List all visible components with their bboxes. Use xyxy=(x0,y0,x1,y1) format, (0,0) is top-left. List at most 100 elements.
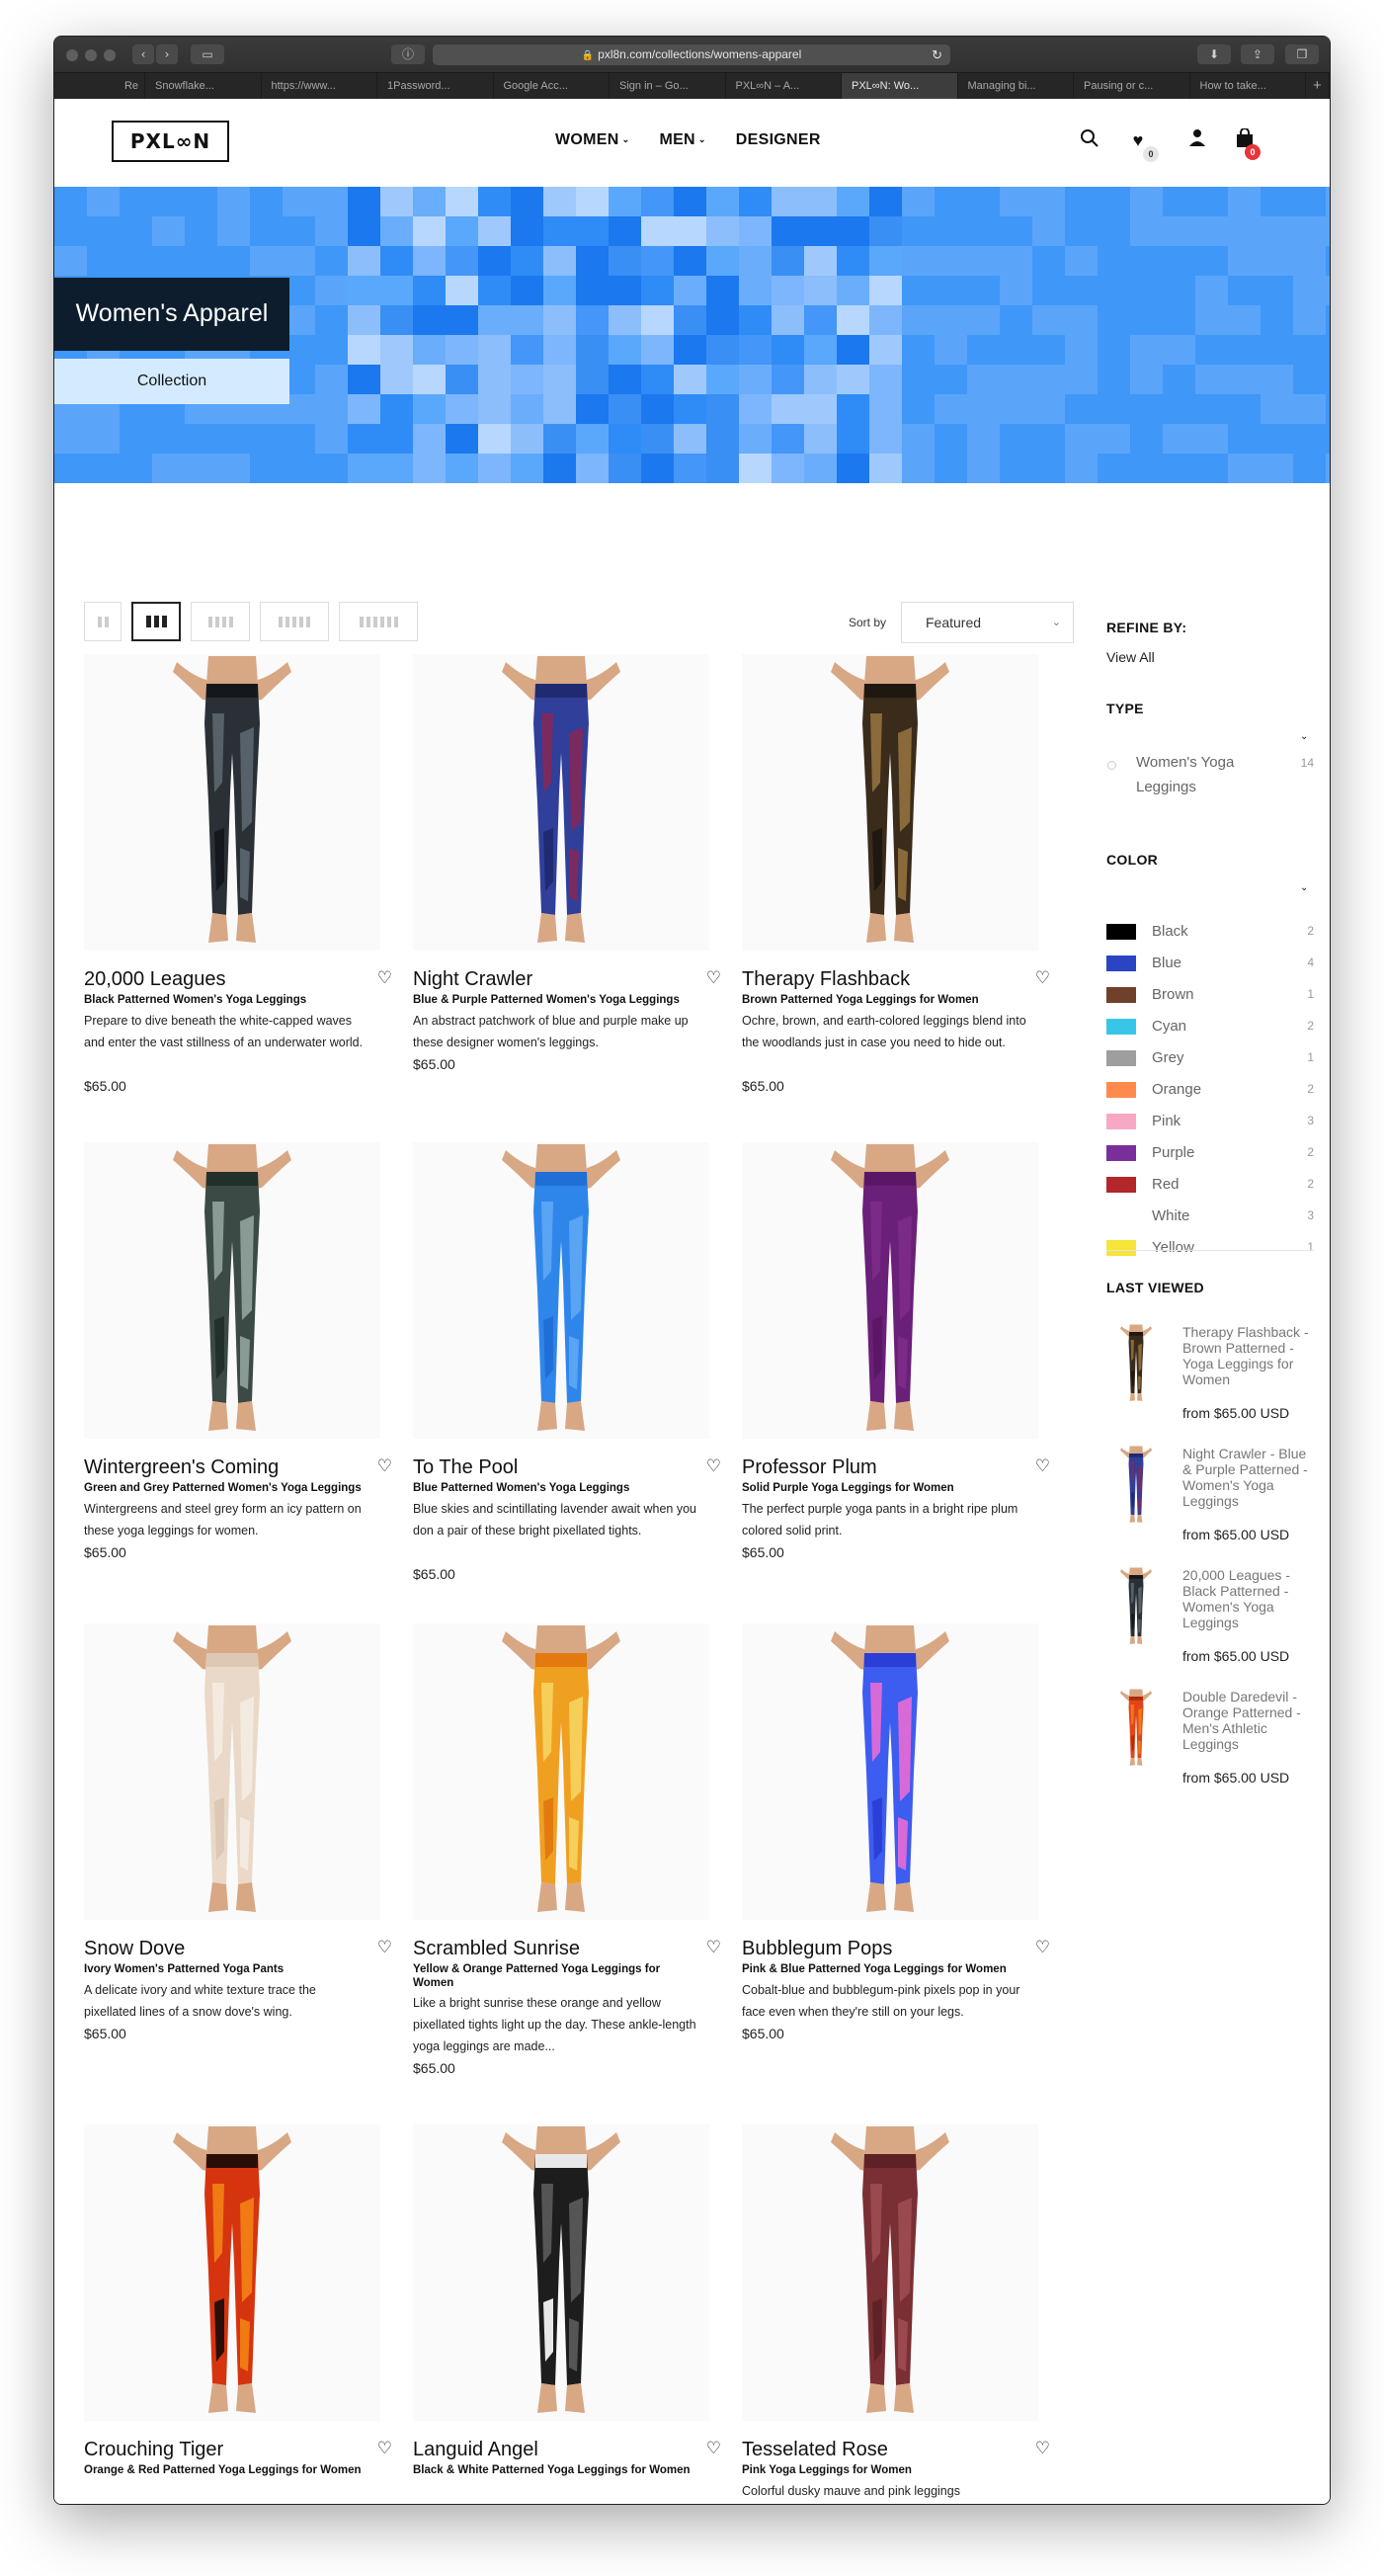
last-viewed-title[interactable]: Therapy Flashback - Brown Patterned - Yo… xyxy=(1182,1324,1314,1387)
wishlist-heart-icon[interactable]: ♡ xyxy=(1035,1938,1050,1957)
product-card[interactable]: Night Crawler ♡ Blue & Purple Patterned Wo… xyxy=(413,654,721,1119)
minimize-window-button[interactable] xyxy=(85,49,97,61)
share-icon[interactable]: ⇪ xyxy=(1241,44,1274,64)
grid-6-columns-button[interactable] xyxy=(339,602,418,641)
product-image[interactable] xyxy=(742,654,1038,951)
wishlist-heart-icon[interactable]: ♡ xyxy=(706,1456,721,1476)
sidebar-toggle-icon[interactable]: ▭ xyxy=(191,44,224,64)
wishlist-heart-icon[interactable]: ♡ xyxy=(706,2439,721,2458)
browser-tab[interactable]: PXL∞N – A... xyxy=(726,73,842,100)
chevron-down-icon[interactable]: ⌄ xyxy=(1300,731,1308,742)
product-card[interactable]: Wintergreen's Coming ♡ Green and Grey Patt… xyxy=(84,1142,392,1607)
last-viewed-item[interactable]: Night Crawler - Blue & Purple Patterned … xyxy=(1106,1446,1314,1554)
product-image[interactable] xyxy=(413,2124,709,2421)
color-filter-option[interactable]: Red 2 xyxy=(1106,1175,1314,1195)
last-viewed-item[interactable]: Therapy Flashback - Brown Patterned - Yo… xyxy=(1106,1324,1314,1433)
browser-tab[interactable]: Re xyxy=(54,73,145,100)
product-name[interactable]: 20,000 Leagues xyxy=(84,968,225,991)
search-icon[interactable] xyxy=(1078,128,1101,152)
last-viewed-title[interactable]: 20,000 Leagues - Black Patterned - Women… xyxy=(1182,1567,1314,1630)
nav-designer[interactable]: DESIGNER xyxy=(736,131,821,149)
address-bar[interactable]: 🔒 pxl8n.com/collections/womens-apparel ↻ xyxy=(433,44,950,65)
product-name[interactable]: Crouching Tiger xyxy=(84,2439,223,2461)
product-image[interactable] xyxy=(742,2124,1038,2421)
product-image[interactable] xyxy=(413,1623,709,1920)
browser-tab[interactable]: PXL∞N: Wo... xyxy=(842,73,958,100)
downloads-icon[interactable]: ⬇ xyxy=(1197,44,1231,64)
product-name[interactable]: To The Pool xyxy=(413,1456,518,1479)
product-name[interactable]: Scrambled Sunrise xyxy=(413,1938,580,1960)
product-image[interactable] xyxy=(742,1142,1038,1439)
view-all-link[interactable]: View All xyxy=(1106,649,1155,665)
product-name[interactable]: Tesselated Rose xyxy=(742,2439,888,2461)
nav-men[interactable]: MEN ⌄ xyxy=(659,131,705,149)
product-card[interactable]: 20,000 Leagues ♡ Black Patterned Women's Y… xyxy=(84,654,392,1119)
product-card[interactable]: Crouching Tiger ♡ Orange & Red Patterned Y… xyxy=(84,2124,392,2504)
product-card[interactable]: Scrambled Sunrise ♡ Yellow & Orange Patter… xyxy=(413,1623,721,2088)
tab-overview-icon[interactable]: ❐ xyxy=(1285,44,1319,64)
last-viewed-image[interactable] xyxy=(1106,1689,1166,1768)
color-filter-option[interactable]: Brown 1 xyxy=(1106,985,1314,1005)
grid-4-columns-button[interactable] xyxy=(191,602,250,641)
color-filter-option[interactable]: White 3 xyxy=(1106,1206,1314,1226)
last-viewed-title[interactable]: Night Crawler - Blue & Purple Patterned … xyxy=(1182,1446,1314,1509)
last-viewed-item[interactable]: 20,000 Leagues - Black Patterned - Women… xyxy=(1106,1567,1314,1676)
last-viewed-image[interactable] xyxy=(1106,1324,1166,1403)
product-name[interactable]: Professor Plum xyxy=(742,1456,877,1479)
reload-icon[interactable]: ↻ xyxy=(932,44,942,65)
browser-tab[interactable]: 1Password... xyxy=(377,73,494,100)
product-card[interactable]: Snow Dove ♡ Ivory Women's Patterned Yoga P… xyxy=(84,1623,392,2088)
product-card[interactable]: Bubblegum Pops ♡ Pink & Blue Patterned Yog… xyxy=(742,1623,1050,2088)
product-image[interactable] xyxy=(413,1142,709,1439)
product-image[interactable] xyxy=(84,1142,380,1439)
chevron-down-icon[interactable]: ⌄ xyxy=(1300,882,1308,893)
grid-3-columns-button[interactable] xyxy=(131,602,181,641)
forward-arrow-icon[interactable]: › xyxy=(156,44,178,64)
color-filter-option[interactable]: Grey 1 xyxy=(1106,1048,1314,1068)
wishlist-heart-icon[interactable]: ♡ xyxy=(1035,2439,1050,2458)
nav-women[interactable]: WOMEN ⌄ xyxy=(555,131,629,149)
last-viewed-title[interactable]: Double Daredevil - Orange Patterned - Me… xyxy=(1182,1689,1314,1752)
product-name[interactable]: Night Crawler xyxy=(413,968,532,991)
color-filter-option[interactable]: Black 2 xyxy=(1106,922,1314,942)
browser-tab[interactable]: Snowflake... xyxy=(145,73,262,100)
wishlist-heart-icon[interactable]: ♡ xyxy=(377,1456,392,1476)
browser-tab[interactable]: Google Acc... xyxy=(494,73,610,100)
wishlist-heart-icon[interactable]: ♡ xyxy=(377,968,392,988)
last-viewed-image[interactable] xyxy=(1106,1446,1166,1525)
product-card[interactable]: To The Pool ♡ Blue Patterned Women's Yoga … xyxy=(413,1142,721,1607)
product-name[interactable]: Languid Angel xyxy=(413,2439,538,2461)
product-name[interactable]: Snow Dove xyxy=(84,1938,185,1960)
product-image[interactable] xyxy=(84,654,380,951)
product-image[interactable] xyxy=(84,2124,380,2421)
new-tab-button[interactable]: + xyxy=(1306,73,1330,100)
wishlist-heart-icon[interactable]: ♡ xyxy=(377,2439,392,2458)
account-icon[interactable] xyxy=(1185,128,1209,152)
product-card[interactable]: Tesselated Rose ♡ Pink Yoga Leggings for W… xyxy=(742,2124,1050,2504)
product-image[interactable] xyxy=(84,1623,380,1920)
product-card[interactable]: Professor Plum ♡ Solid Purple Yoga Legging… xyxy=(742,1142,1050,1607)
product-image[interactable] xyxy=(742,1623,1038,1920)
wishlist-heart-icon[interactable]: ♡ xyxy=(1035,968,1050,988)
browser-tab[interactable]: Sign in – Go... xyxy=(610,73,726,100)
reader-info-icon[interactable]: ⓘ xyxy=(391,44,425,64)
back-arrow-icon[interactable]: ‹ xyxy=(132,44,154,64)
wishlist-heart-icon[interactable]: ♡ xyxy=(1035,1456,1050,1476)
zoom-window-button[interactable] xyxy=(104,49,116,61)
last-viewed-item[interactable]: Double Daredevil - Orange Patterned - Me… xyxy=(1106,1689,1314,1797)
wishlist-heart-icon[interactable]: ♡ xyxy=(706,968,721,988)
product-name[interactable]: Bubblegum Pops xyxy=(742,1938,892,1960)
product-name[interactable]: Therapy Flashback xyxy=(742,968,910,991)
browser-tab[interactable]: Managing bi... xyxy=(958,73,1074,100)
sort-select[interactable]: Featured ⌄ xyxy=(901,602,1074,643)
product-card[interactable]: Languid Angel ♡ Black & White Patterned Yo… xyxy=(413,2124,721,2504)
color-filter-option[interactable]: Cyan 2 xyxy=(1106,1017,1314,1037)
color-filter-option[interactable]: Blue 4 xyxy=(1106,954,1314,973)
browser-tab[interactable]: Pausing or c... xyxy=(1074,73,1190,100)
store-logo[interactable]: PXL∞N xyxy=(112,121,229,162)
color-filter-option[interactable]: Orange 2 xyxy=(1106,1080,1314,1100)
product-card[interactable]: Therapy Flashback ♡ Brown Patterned Yoga L… xyxy=(742,654,1050,1119)
grid-2-columns-button[interactable] xyxy=(84,602,122,641)
product-name[interactable]: Wintergreen's Coming xyxy=(84,1456,279,1479)
browser-tab[interactable]: How to take... xyxy=(1190,73,1306,100)
